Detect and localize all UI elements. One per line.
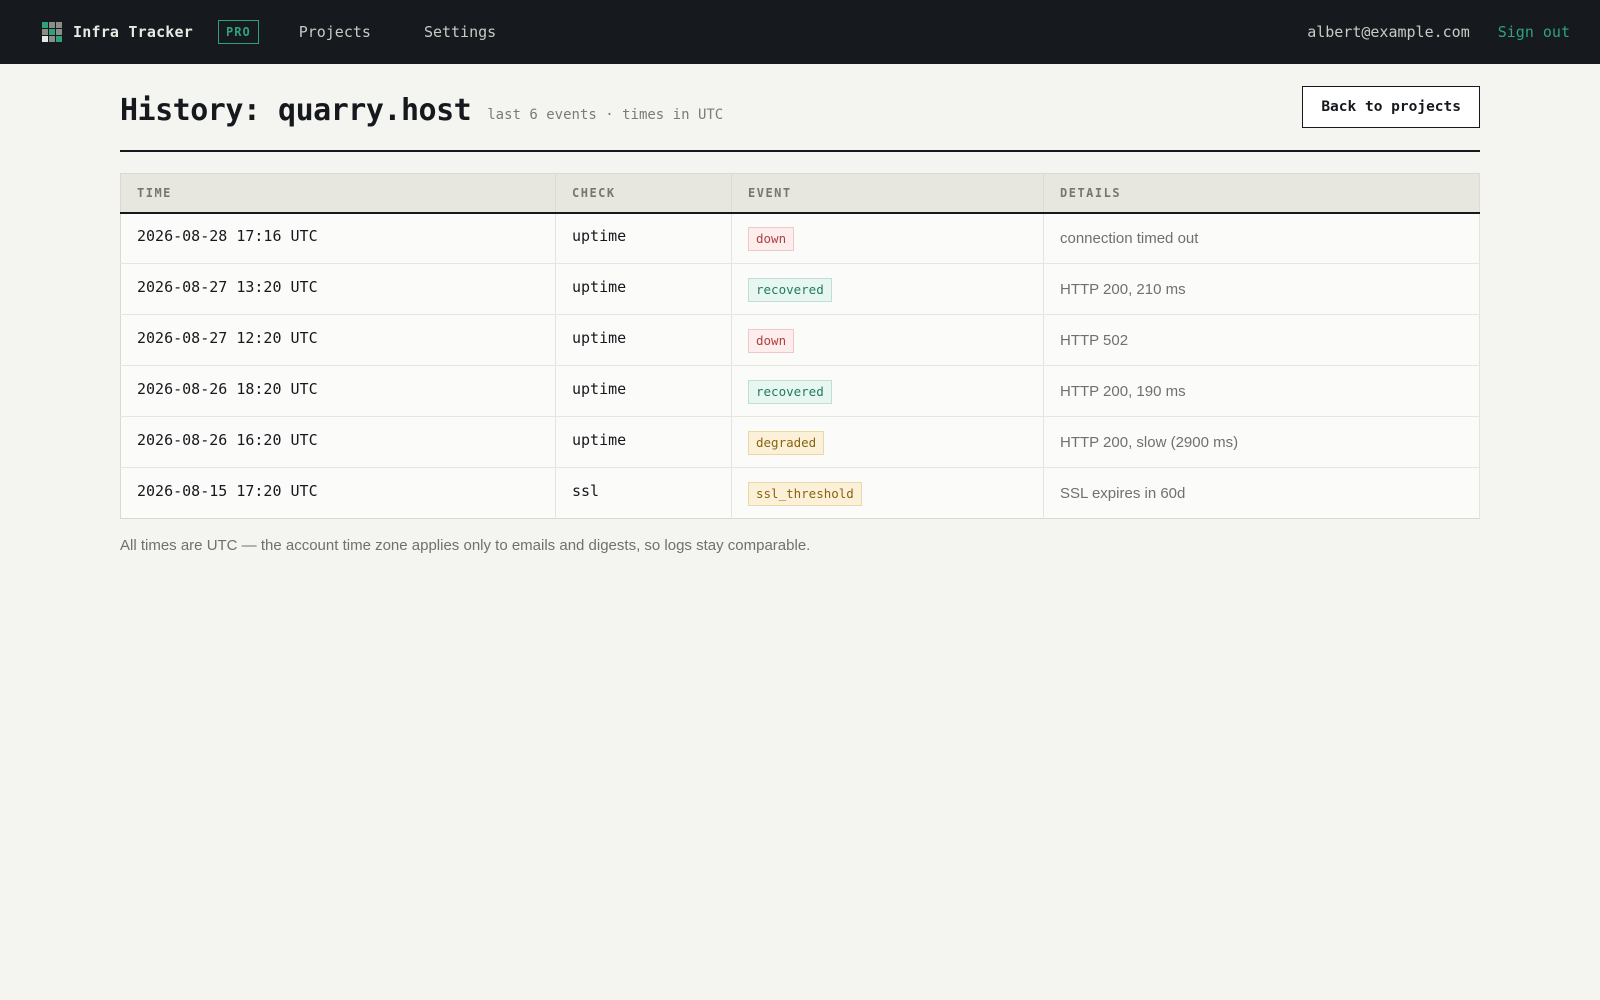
details-cell: HTTP 200, 190 ms xyxy=(1043,365,1480,417)
event-cell: degraded xyxy=(731,416,1044,468)
grid-logo-icon xyxy=(42,22,62,42)
main-content: History: quarry.host last 6 events · tim… xyxy=(120,64,1480,554)
top-navigation-bar: Infra Tracker PRO Projects Settings albe… xyxy=(0,0,1600,64)
details-cell: HTTP 200, slow (2900 ms) xyxy=(1043,416,1480,468)
time-value: 2026-08-27 13:20 UTC xyxy=(137,278,318,296)
event-cell: down xyxy=(731,212,1044,264)
time-value: 2026-08-26 18:20 UTC xyxy=(137,380,318,398)
time-cell: 2026-08-26 16:20 UTC xyxy=(120,416,556,468)
column-header-check: CHECK xyxy=(555,173,732,214)
time-value: 2026-08-15 17:20 UTC xyxy=(137,482,318,500)
time-cell: 2026-08-27 13:20 UTC xyxy=(120,263,556,315)
events-table: TIME CHECK EVENT DETAILS 2026-08-28 17:1… xyxy=(120,173,1480,519)
event-cell: recovered xyxy=(731,365,1044,417)
table-row: 2026-08-26 16:20 UTC uptime degraded HTT… xyxy=(120,416,1480,468)
plan-badge: PRO xyxy=(218,20,259,44)
table-row: 2026-08-15 17:20 UTC ssl ssl_threshold S… xyxy=(120,467,1480,519)
time-value: 2026-08-26 16:20 UTC xyxy=(137,431,318,449)
time-cell: 2026-08-15 17:20 UTC xyxy=(120,467,556,519)
event-badge: down xyxy=(748,227,795,252)
nav-link-projects[interactable]: Projects xyxy=(299,23,371,41)
user-email: albert@example.com xyxy=(1307,23,1470,41)
event-cell: recovered xyxy=(731,263,1044,315)
check-value: uptime xyxy=(572,329,627,347)
timezone-footnote: All times are UTC — the account time zon… xyxy=(120,537,811,554)
table-row: 2026-08-26 18:20 UTC uptime recovered HT… xyxy=(120,365,1480,417)
event-badge: degraded xyxy=(748,431,825,455)
check-cell: ssl xyxy=(555,467,732,519)
check-cell: uptime xyxy=(555,416,732,468)
check-value: ssl xyxy=(572,482,600,500)
check-value: uptime xyxy=(572,431,627,449)
table-row: 2026-08-27 12:20 UTC uptime down HTTP 50… xyxy=(120,314,1480,366)
details-cell: HTTP 502 xyxy=(1043,314,1480,366)
check-value: uptime xyxy=(572,380,627,398)
event-badge: recovered xyxy=(748,380,832,404)
table-header-row: TIME CHECK EVENT DETAILS xyxy=(120,173,1480,214)
sign-out-link[interactable]: Sign out xyxy=(1498,23,1570,41)
column-header-time: TIME xyxy=(120,173,556,214)
page-title: History: quarry.host xyxy=(120,92,472,128)
details-cell: HTTP 200, 210 ms xyxy=(1043,263,1480,315)
page-subtitle: last 6 events · times in UTC xyxy=(487,106,724,123)
details-cell: SSL expires in 60d xyxy=(1043,467,1480,519)
event-badge: recovered xyxy=(748,278,832,302)
time-cell: 2026-08-26 18:20 UTC xyxy=(120,365,556,417)
app-name: Infra Tracker xyxy=(73,23,193,41)
time-cell: 2026-08-28 17:16 UTC xyxy=(120,212,556,264)
back-to-projects-button[interactable]: Back to projects xyxy=(1302,86,1480,128)
column-header-details: DETAILS xyxy=(1043,173,1480,214)
check-cell: uptime xyxy=(555,365,732,417)
time-value: 2026-08-27 12:20 UTC xyxy=(137,329,318,347)
check-value: uptime xyxy=(572,278,627,296)
check-value: uptime xyxy=(572,227,627,246)
page-header: History: quarry.host last 6 events · tim… xyxy=(120,64,1480,152)
time-cell: 2026-08-27 12:20 UTC xyxy=(120,314,556,366)
check-cell: uptime xyxy=(555,314,732,366)
details-cell: connection timed out xyxy=(1043,212,1480,264)
time-value: 2026-08-28 17:16 UTC xyxy=(137,227,318,246)
main-nav: Projects Settings xyxy=(299,23,550,41)
event-cell: ssl_threshold xyxy=(731,467,1044,519)
column-header-event: EVENT xyxy=(731,173,1044,214)
check-cell: uptime xyxy=(555,263,732,315)
event-badge: ssl_threshold xyxy=(748,482,862,506)
event-badge: down xyxy=(748,329,795,353)
table-row: 2026-08-27 13:20 UTC uptime recovered HT… xyxy=(120,263,1480,315)
table-row: 2026-08-28 17:16 UTC uptime down connect… xyxy=(120,212,1480,264)
brand-home-link[interactable]: Infra Tracker xyxy=(42,22,193,42)
event-cell: down xyxy=(731,314,1044,366)
nav-link-settings[interactable]: Settings xyxy=(424,23,496,41)
check-cell: uptime xyxy=(555,212,732,264)
